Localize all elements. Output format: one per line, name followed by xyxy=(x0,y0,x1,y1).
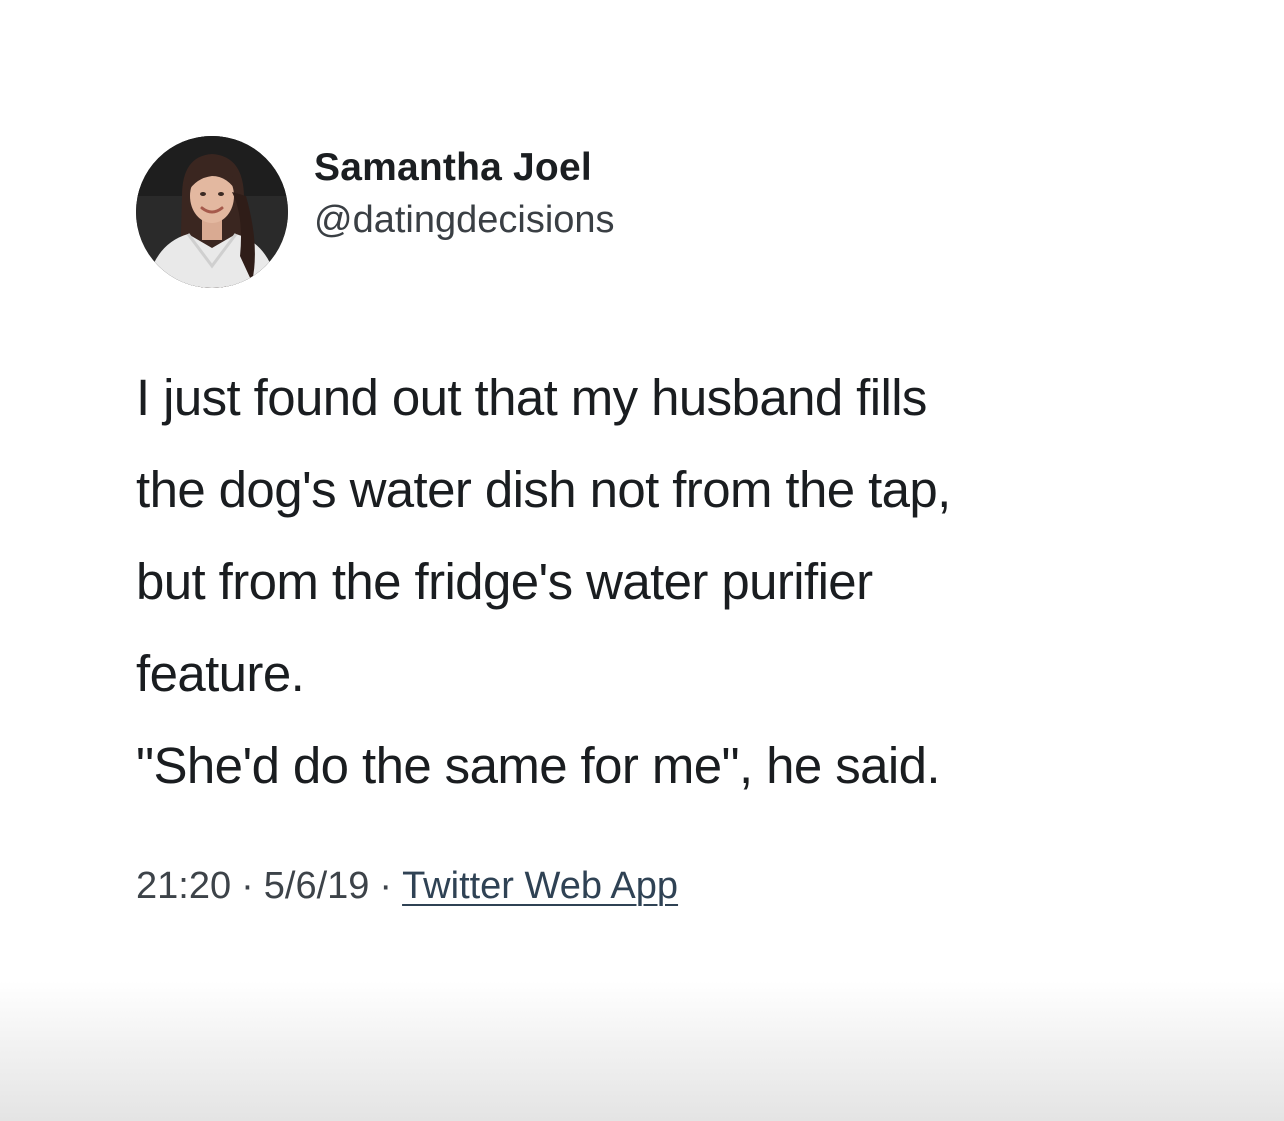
author-names: Samantha Joel @datingdecisions xyxy=(314,142,615,246)
meta-separator: · xyxy=(241,865,254,907)
tweet-card: Samantha Joel @datingdecisions I just fo… xyxy=(136,136,1176,916)
author-display-name[interactable]: Samantha Joel xyxy=(314,142,615,194)
profile-photo xyxy=(136,136,288,288)
tweet-paragraph-1: I just found out that my husband fills t… xyxy=(136,352,1176,720)
tweet-source-link[interactable]: Twitter Web App xyxy=(402,865,678,907)
bottom-gradient xyxy=(0,981,1284,1121)
author-handle[interactable]: @datingdecisions xyxy=(314,194,615,246)
tweet-meta: 21:20 · 5/6/19 · Twitter Web App xyxy=(136,856,1176,916)
tweet-time[interactable]: 21:20 xyxy=(136,865,231,907)
tweet-date[interactable]: 5/6/19 xyxy=(264,865,370,907)
tweet-line: but from the fridge's water purifier xyxy=(136,553,873,610)
avatar[interactable] xyxy=(136,136,288,288)
tweet-header: Samantha Joel @datingdecisions xyxy=(136,136,1176,288)
tweet-quote-line: "She'd do the same for me", he said. xyxy=(136,737,941,794)
tweet-paragraph-2: "She'd do the same for me", he said. xyxy=(136,720,1176,812)
tweet-line: I just found out that my husband fills xyxy=(136,369,927,426)
tweet-line: the dog's water dish not from the tap, xyxy=(136,461,951,518)
tweet-line: feature. xyxy=(136,645,305,702)
meta-separator: · xyxy=(379,865,393,907)
tweet-text: I just found out that my husband fills t… xyxy=(136,352,1176,812)
